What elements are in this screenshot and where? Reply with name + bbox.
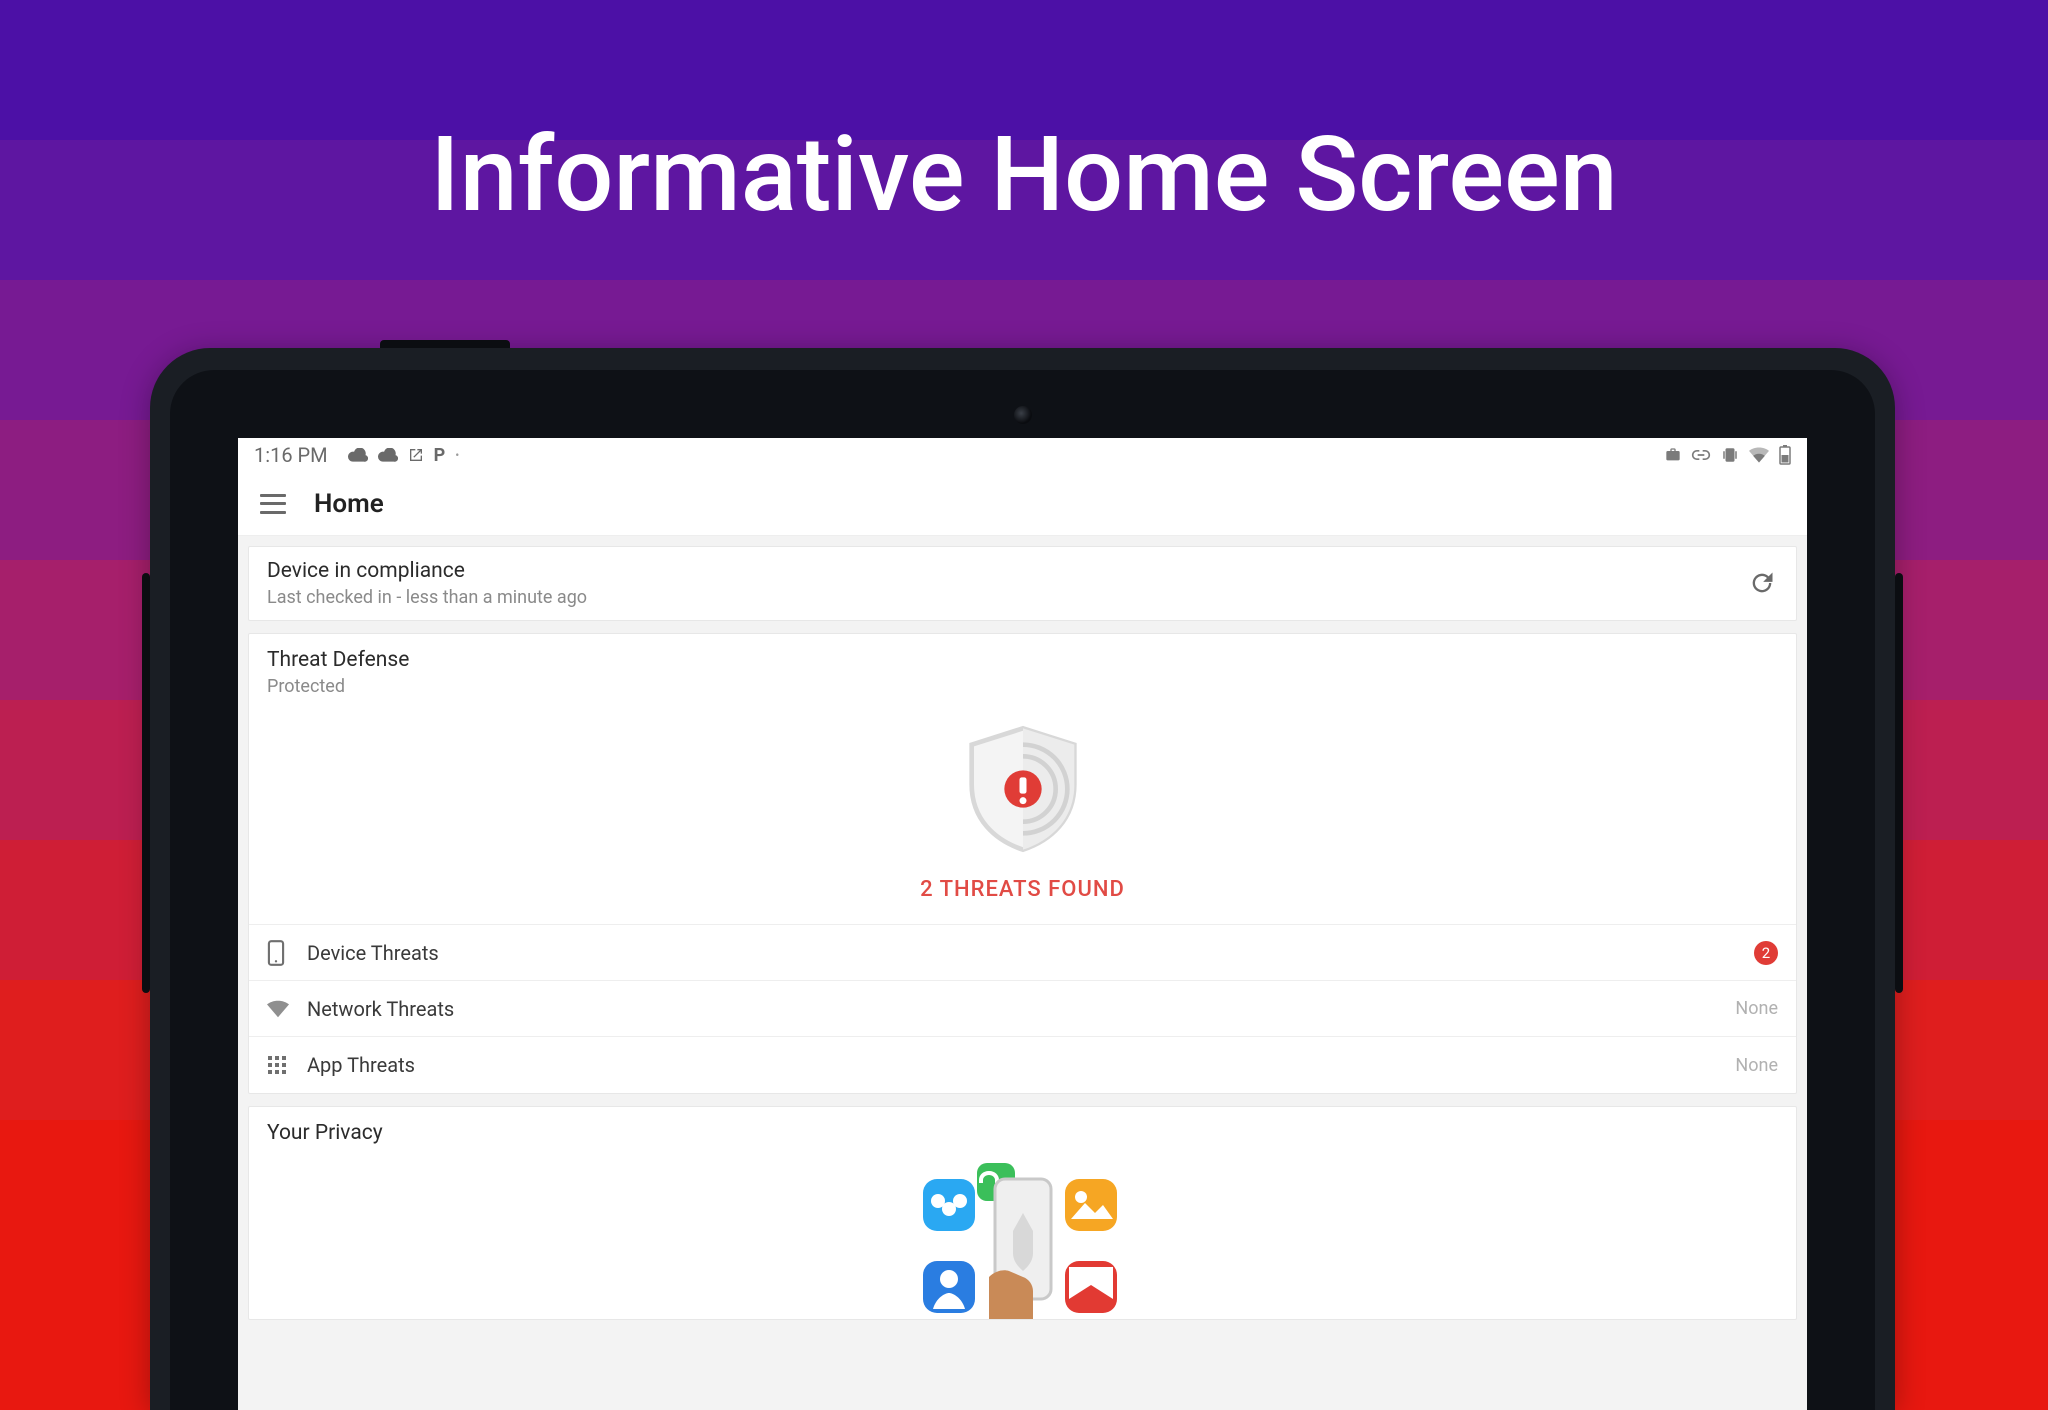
device-screen: 1:16 PM P • xyxy=(238,438,1807,1410)
privacy-card[interactable]: Your Privacy xyxy=(248,1106,1797,1320)
threat-row-label: App Threats xyxy=(307,1053,1735,1077)
content-area: Device in compliance Last checked in - l… xyxy=(238,536,1807,1320)
status-time: 1:16 PM xyxy=(254,443,328,467)
promo-heading: Informative Home Screen xyxy=(0,115,2048,236)
vibrate-icon xyxy=(1721,446,1739,464)
threat-row-label: Device Threats xyxy=(307,941,1754,965)
status-bar: 1:16 PM P • xyxy=(238,438,1807,472)
tablet-camera xyxy=(1014,406,1032,424)
threat-list: Device Threats 2 Network Threats None xyxy=(249,924,1796,1093)
threat-row-value: None xyxy=(1735,998,1778,1019)
dot-icon: • xyxy=(455,448,459,462)
cloud-icon xyxy=(378,448,398,462)
p-icon: P xyxy=(434,445,446,466)
compliance-title: Device in compliance xyxy=(267,559,587,583)
tablet-frame: 1:16 PM P • xyxy=(150,348,1895,1410)
page-title: Home xyxy=(314,489,384,519)
link-icon xyxy=(1691,449,1711,461)
threat-defense-title: Threat Defense xyxy=(267,648,1778,672)
wifi-icon xyxy=(1749,447,1769,463)
app-bar: Home xyxy=(238,472,1807,536)
compliance-subtitle: Last checked in - less than a minute ago xyxy=(267,587,587,608)
battery-icon xyxy=(1779,445,1791,465)
privacy-illustration xyxy=(267,1159,1778,1319)
threat-row-value: None xyxy=(1735,1055,1778,1076)
menu-icon[interactable] xyxy=(260,494,286,514)
threats-found-banner: 2 THREATS FOUND xyxy=(920,877,1125,902)
privacy-title: Your Privacy xyxy=(267,1121,1778,1145)
apps-grid-icon xyxy=(267,1053,291,1077)
share-icon xyxy=(408,447,424,463)
promo-background: Informative Home Screen 1:16 PM xyxy=(0,0,2048,1410)
threat-row-device[interactable]: Device Threats 2 xyxy=(249,925,1796,981)
threat-row-network[interactable]: Network Threats None xyxy=(249,981,1796,1037)
briefcase-icon xyxy=(1665,447,1681,463)
threat-defense-status: Protected xyxy=(267,676,1778,697)
compliance-card[interactable]: Device in compliance Last checked in - l… xyxy=(248,546,1797,621)
refresh-button[interactable] xyxy=(1748,569,1778,599)
threat-row-apps[interactable]: App Threats None xyxy=(249,1037,1796,1093)
cloud-icon xyxy=(348,448,368,462)
shield-alert-icon xyxy=(953,719,1093,863)
threat-count-badge: 2 xyxy=(1754,941,1778,965)
threat-defense-card: Threat Defense Protected xyxy=(248,633,1797,1094)
device-icon xyxy=(267,941,291,965)
wifi-icon xyxy=(267,997,291,1021)
threat-row-label: Network Threats xyxy=(307,997,1735,1021)
